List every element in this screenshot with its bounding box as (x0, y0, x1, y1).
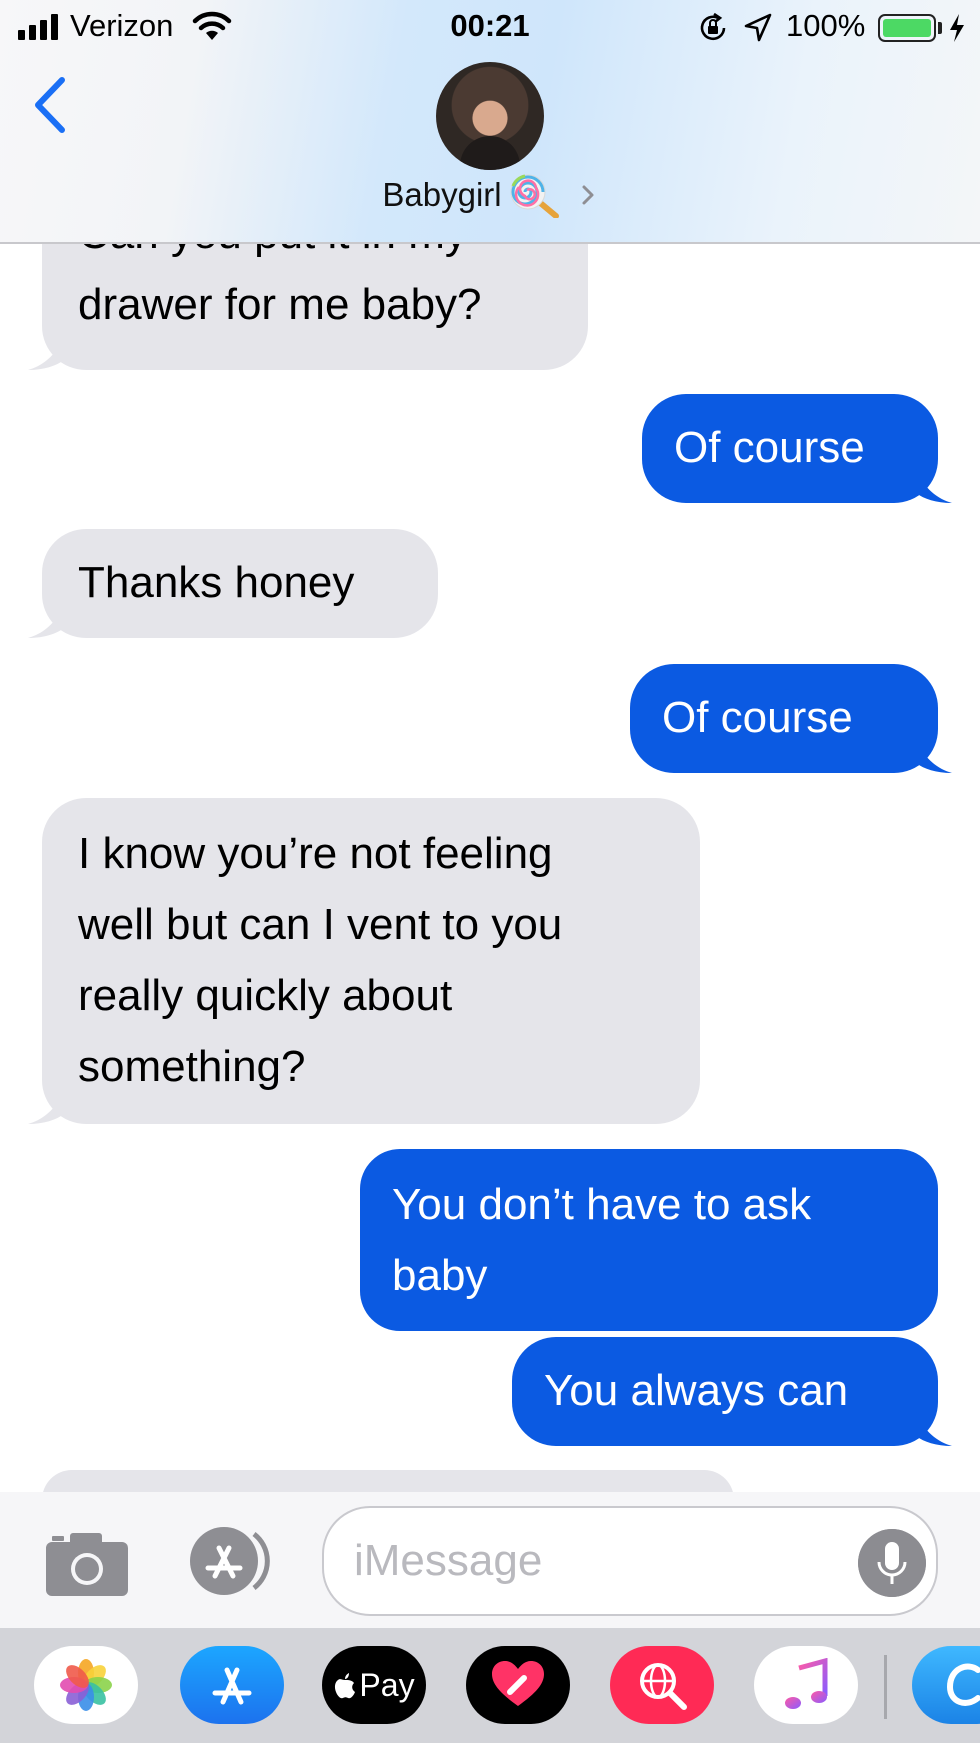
microphone-icon[interactable] (858, 1529, 926, 1597)
back-button[interactable] (28, 72, 74, 138)
music-app-icon[interactable] (754, 1646, 858, 1724)
message-line: Of course (662, 693, 853, 742)
photos-flower-icon (60, 1659, 112, 1711)
chevron-right-icon (582, 185, 594, 205)
outgoing-message-bubble[interactable]: You always can (512, 1337, 952, 1446)
bubble-tail (916, 469, 952, 503)
conversation-header: Verizon 00:21 100% Babygirl (0, 0, 980, 244)
message-line: baby (392, 1251, 488, 1300)
bubble-tail (28, 336, 64, 370)
app-store-glyph-icon (212, 1667, 252, 1705)
message-line: drawer for me baby? (78, 280, 482, 329)
app-store-icon[interactable] (184, 1524, 280, 1598)
message-line: You don’t have to ask (392, 1180, 812, 1229)
orientation-lock-icon (700, 12, 726, 41)
battery-cap (938, 22, 942, 34)
bubble-tail (916, 1412, 952, 1446)
message-line: You always can (544, 1366, 849, 1415)
app-store-app-icon[interactable] (180, 1646, 284, 1724)
drawer-divider (884, 1655, 887, 1719)
outgoing-message-bubble[interactable]: You don’t have to ask baby (360, 1149, 938, 1331)
message-line: really quickly about (78, 971, 453, 1020)
battery-percent: 100% (786, 8, 866, 43)
imessage-input[interactable] (322, 1506, 938, 1616)
outgoing-message-bubble[interactable]: Of course (630, 664, 952, 773)
lollipop-icon (510, 174, 559, 218)
message-line: well but can I vent to you (78, 900, 563, 949)
heart-icon (492, 1661, 544, 1706)
message-transcript[interactable]: Can you put it in my drawer for me baby?… (0, 200, 980, 1492)
images-search-app-icon[interactable] (610, 1646, 714, 1724)
contact-name: Babygirl (382, 176, 502, 213)
music-note-icon (785, 1658, 828, 1709)
digital-touch-app-icon[interactable] (466, 1646, 570, 1724)
bubble-tail (916, 739, 952, 773)
message-line: something? (78, 1042, 306, 1091)
camera-icon[interactable] (44, 1530, 130, 1598)
photos-app-icon[interactable] (34, 1646, 138, 1724)
status-bar: Verizon 00:21 100% (0, 0, 980, 56)
incoming-message-bubble-partial[interactable] (42, 1470, 734, 1492)
battery-level (883, 19, 931, 37)
message-line: Thanks honey (78, 558, 355, 607)
chevron-left-icon (35, 77, 65, 133)
globe-search-icon (640, 1663, 687, 1710)
message-line: Of course (674, 423, 865, 472)
apple-pay-label: Pay (359, 1666, 415, 1703)
message-line: I know you’re not feeling (78, 829, 553, 878)
charging-bolt-icon (950, 14, 964, 42)
location-arrow-icon (744, 13, 772, 42)
apple-pay-app-icon[interactable]: Pay (322, 1646, 426, 1724)
outgoing-message-bubble[interactable]: Of course (642, 394, 952, 503)
extra-app-icon[interactable] (912, 1646, 980, 1724)
incoming-message-bubble[interactable]: I know you’re not feeling well but can I… (28, 798, 700, 1124)
c-letter-icon (946, 1663, 980, 1706)
incoming-message-bubble[interactable]: Thanks honey (28, 529, 438, 638)
bubble-tail (28, 1090, 64, 1124)
apple-logo-icon (335, 1673, 356, 1699)
bubble-tail (28, 604, 64, 638)
contact-name-row[interactable]: Babygirl (0, 172, 980, 218)
battery-icon (878, 14, 936, 42)
contact-avatar[interactable] (436, 62, 544, 170)
